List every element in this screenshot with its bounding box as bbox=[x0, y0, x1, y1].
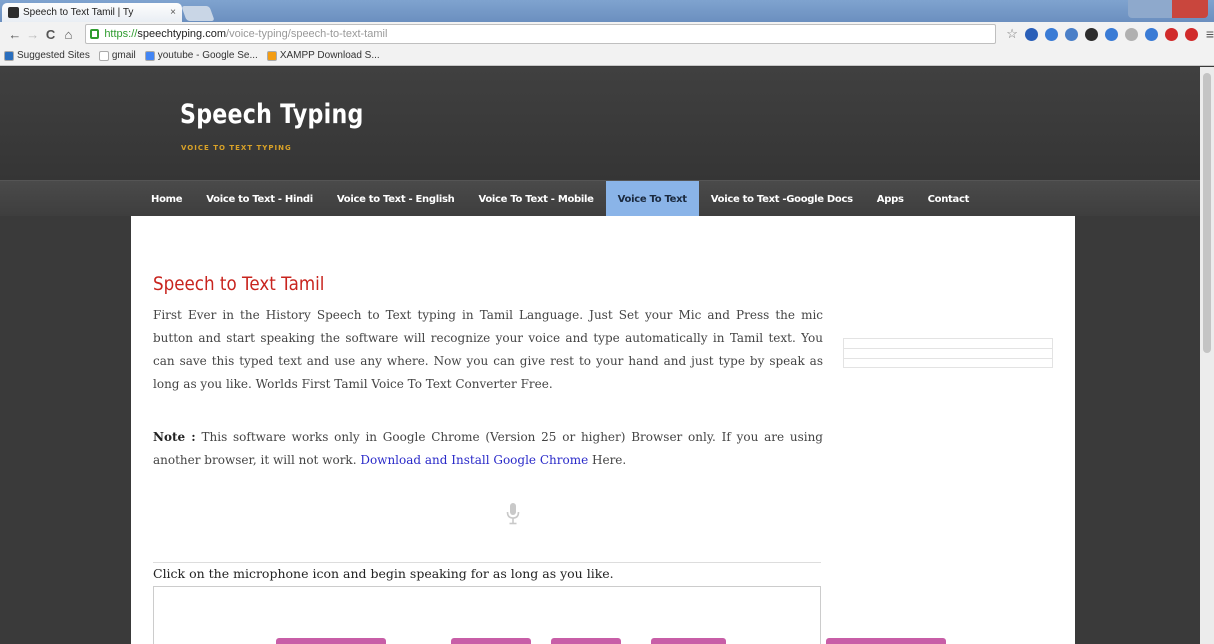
bookmark-label: youtube - Google Se... bbox=[157, 50, 258, 61]
bookmark-icon bbox=[144, 50, 155, 61]
sidebar-row bbox=[843, 348, 1053, 358]
site-tagline: VOICE TO TEXT TYPING bbox=[181, 144, 292, 152]
site-title[interactable]: Speech Typing bbox=[180, 99, 364, 130]
tab-close-icon[interactable]: × bbox=[170, 7, 176, 18]
main-navigation: Home Voice to Text - Hindi Voice to Text -… bbox=[0, 180, 1200, 217]
close-window-button[interactable] bbox=[1172, 0, 1208, 18]
chrome-menu-icon[interactable]: ≡ bbox=[1206, 26, 1214, 42]
note-label: Note : bbox=[153, 430, 196, 444]
bookmark-label: Suggested Sites bbox=[17, 50, 90, 61]
nav-item[interactable]: Voice to Text - Hindi bbox=[194, 181, 325, 217]
new-tab-button[interactable] bbox=[181, 6, 215, 21]
nav-item[interactable]: Apps bbox=[865, 181, 916, 217]
window-controls bbox=[1128, 0, 1208, 18]
nav-item[interactable]: Voice To Text - Mobile bbox=[466, 181, 605, 217]
sidebar-row bbox=[843, 338, 1053, 348]
extension-icon[interactable] bbox=[1144, 27, 1158, 41]
extension-icons: ☆ bbox=[1006, 26, 1198, 42]
nav-menu: Home Voice to Text - Hindi Voice to Text -… bbox=[139, 181, 981, 217]
back-button[interactable]: ← bbox=[6, 27, 24, 42]
extension-icon[interactable] bbox=[1164, 27, 1178, 41]
browser-toolbar: ← → C ⌂ https:// speechtyping.com /voice… bbox=[0, 22, 1214, 46]
banner-shape bbox=[451, 638, 531, 644]
page-scrollbar[interactable] bbox=[1200, 67, 1214, 644]
minimize-button[interactable] bbox=[1128, 0, 1151, 18]
extension-icon[interactable] bbox=[1124, 27, 1138, 41]
browser-tab[interactable]: Speech to Text Tamil | Ty × bbox=[2, 3, 182, 22]
nav-item[interactable]: Voice to Text -Google Docs bbox=[699, 181, 865, 217]
bookmark-label: XAMPP Download S... bbox=[279, 50, 380, 61]
banner-shape bbox=[826, 638, 946, 644]
banner-shape bbox=[276, 638, 386, 644]
banner-shape bbox=[551, 638, 621, 644]
extension-icon[interactable] bbox=[1024, 27, 1038, 41]
browser-note: Note : This software works only in Googl… bbox=[153, 426, 823, 472]
microphone-icon bbox=[506, 503, 520, 525]
bookmark-label: gmail bbox=[111, 50, 136, 61]
microphone-button[interactable] bbox=[505, 502, 521, 526]
bookmark-item[interactable]: gmail bbox=[98, 50, 136, 61]
bookmark-item[interactable]: youtube - Google Se... bbox=[144, 50, 258, 61]
site-favicon-icon bbox=[8, 7, 19, 18]
browser-titlebar: Speech to Text Tamil | Ty × bbox=[0, 0, 1214, 22]
bookmarks-bar: Suggested Sites gmail youtube - Google Se.… bbox=[0, 46, 1214, 66]
bookmark-icon bbox=[98, 50, 109, 61]
sidebar-row bbox=[843, 358, 1053, 368]
transcript-textarea[interactable] bbox=[153, 586, 821, 644]
lock-icon bbox=[90, 29, 100, 39]
nav-item[interactable]: Contact bbox=[916, 181, 981, 217]
site-header: Speech Typing VOICE TO TEXT TYPING bbox=[0, 67, 1200, 180]
main-content: Speech to Text Tamil First Ever in the H… bbox=[131, 216, 1075, 644]
nav-item[interactable]: Home bbox=[139, 181, 194, 217]
nav-item[interactable]: Voice to Text - English bbox=[325, 181, 467, 217]
forward-button[interactable]: → bbox=[24, 27, 42, 42]
extension-icon[interactable] bbox=[1184, 27, 1198, 41]
tab-title: Speech to Text Tamil | Ty bbox=[23, 7, 134, 18]
extension-icon[interactable] bbox=[1104, 27, 1118, 41]
address-bar[interactable]: https:// speechtyping.com /voice-typing/… bbox=[85, 24, 997, 44]
page-title: Speech to Text Tamil bbox=[153, 273, 325, 295]
article-body: First Ever in the History Speech to Text… bbox=[153, 308, 823, 391]
note-tail: Here. bbox=[588, 453, 627, 467]
bottom-banner bbox=[131, 638, 1075, 644]
extension-icon[interactable] bbox=[1084, 27, 1098, 41]
web-page: Speech Typing VOICE TO TEXT TYPING Home V… bbox=[0, 67, 1200, 644]
bookmark-item[interactable]: XAMPP Download S... bbox=[266, 50, 380, 61]
instructions-text: Click on the microphone icon and begin s… bbox=[153, 566, 614, 581]
download-chrome-link[interactable]: Download and Install Google Chrome bbox=[360, 453, 588, 467]
bookmark-item[interactable]: Suggested Sites bbox=[4, 50, 90, 61]
url-scheme: https:// bbox=[104, 28, 138, 40]
bookmark-icon bbox=[266, 50, 277, 61]
sidebar-widget bbox=[843, 338, 1053, 368]
bookmark-star-icon[interactable]: ☆ bbox=[1006, 26, 1018, 42]
banner-shape bbox=[651, 638, 726, 644]
home-button[interactable]: ⌂ bbox=[59, 27, 77, 42]
extension-icon[interactable] bbox=[1064, 27, 1078, 41]
extension-icon[interactable] bbox=[1044, 27, 1058, 41]
divider bbox=[153, 562, 821, 563]
reload-button[interactable]: C bbox=[42, 27, 60, 42]
url-path: /voice-typing/speech-to-text-tamil bbox=[226, 28, 388, 40]
bookmark-icon bbox=[4, 50, 14, 61]
maximize-button[interactable] bbox=[1150, 0, 1173, 18]
nav-item[interactable]: Voice To Text bbox=[605, 181, 699, 217]
scrollbar-thumb[interactable] bbox=[1203, 73, 1211, 353]
url-domain: speechtyping.com bbox=[137, 28, 227, 40]
